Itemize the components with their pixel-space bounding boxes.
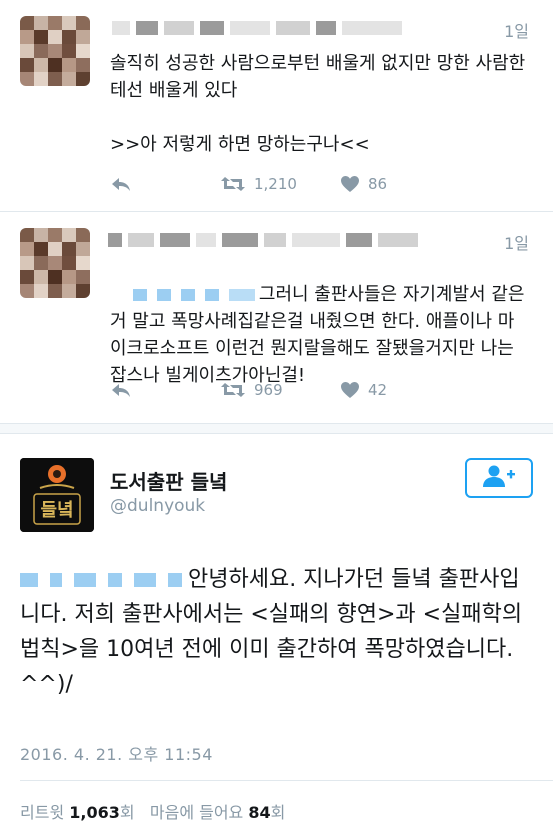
follow-button[interactable] [465, 458, 533, 498]
like-count: 42 [368, 381, 388, 399]
tweet-actions: 969 42 [110, 378, 387, 402]
retweet-count: 1,210 [254, 175, 297, 193]
logo-lettering: 들녘 [40, 500, 73, 521]
timeline-separator [0, 424, 553, 434]
retweet-unit: 회 [119, 803, 135, 822]
retweet-label: 리트윗 [20, 803, 65, 822]
tweet-time[interactable]: 1일 [504, 18, 529, 42]
tweet-1[interactable]: 1일 솔직히 성공한 사람으로부턴 배울게 없지만 망한 사람한테선 배울게 있… [0, 0, 553, 212]
blurred-avatar[interactable] [20, 16, 90, 86]
retweet-icon [220, 381, 246, 399]
heart-icon [340, 381, 360, 399]
blurred-mention[interactable] [20, 573, 182, 587]
reply-icon [110, 175, 132, 193]
profile-logo[interactable]: 들녘 [20, 458, 94, 532]
blurred-username[interactable] [112, 20, 402, 36]
retweet-icon [220, 175, 246, 193]
like-button[interactable]: 42 [340, 381, 387, 399]
profile-name[interactable]: 도서출판 들녘 [110, 466, 227, 495]
like-count: 86 [368, 175, 388, 193]
tweet-time[interactable]: 1일 [504, 230, 529, 254]
main-tweet-date: 2016. 4. 21. 오후 11:54 [20, 745, 213, 764]
main-tweet-text: 안녕하세요. 지나가던 들녘 출판사입니다. 저희 출판사에서는 <실패의 향연… [20, 562, 535, 702]
engagement-stats: 리트윗 1,063회 마음에 들어요 84회 [20, 799, 285, 823]
retweet-count: 969 [254, 381, 283, 399]
like-unit: 회 [270, 803, 286, 822]
tweet-actions: 1,210 86 [110, 172, 387, 196]
retweet-stat[interactable]: 리트윗 1,063회 [20, 803, 135, 822]
heart-icon [340, 175, 360, 193]
reply-button[interactable] [110, 175, 220, 193]
reply-icon [110, 381, 132, 399]
like-total: 84 [248, 803, 271, 822]
retweet-button[interactable]: 969 [220, 381, 340, 399]
tweet-text: 솔직히 성공한 사람으로부턴 배울게 없지만 망한 사람한테선 배울게 있다 >… [110, 53, 526, 155]
retweet-total: 1,063 [69, 803, 120, 822]
blurred-avatar[interactable] [20, 228, 90, 298]
retweet-button[interactable]: 1,210 [220, 175, 340, 193]
blurred-mention[interactable] [132, 289, 255, 301]
like-stat[interactable]: 마음에 들어요 84회 [150, 803, 286, 822]
follow-user-plus-icon [482, 464, 516, 492]
like-button[interactable]: 86 [340, 175, 387, 193]
reply-button[interactable] [110, 381, 220, 399]
blurred-username[interactable] [108, 232, 418, 248]
like-label: 마음에 들어요 [149, 803, 244, 822]
tweet-2[interactable]: 1일 그러니 출판사들은 자기계발서 같은거 말고 폭망사례집같은걸 내줬으면 … [0, 212, 553, 424]
profile-handle[interactable]: @dulnyouk [110, 496, 205, 516]
divider [20, 780, 553, 781]
